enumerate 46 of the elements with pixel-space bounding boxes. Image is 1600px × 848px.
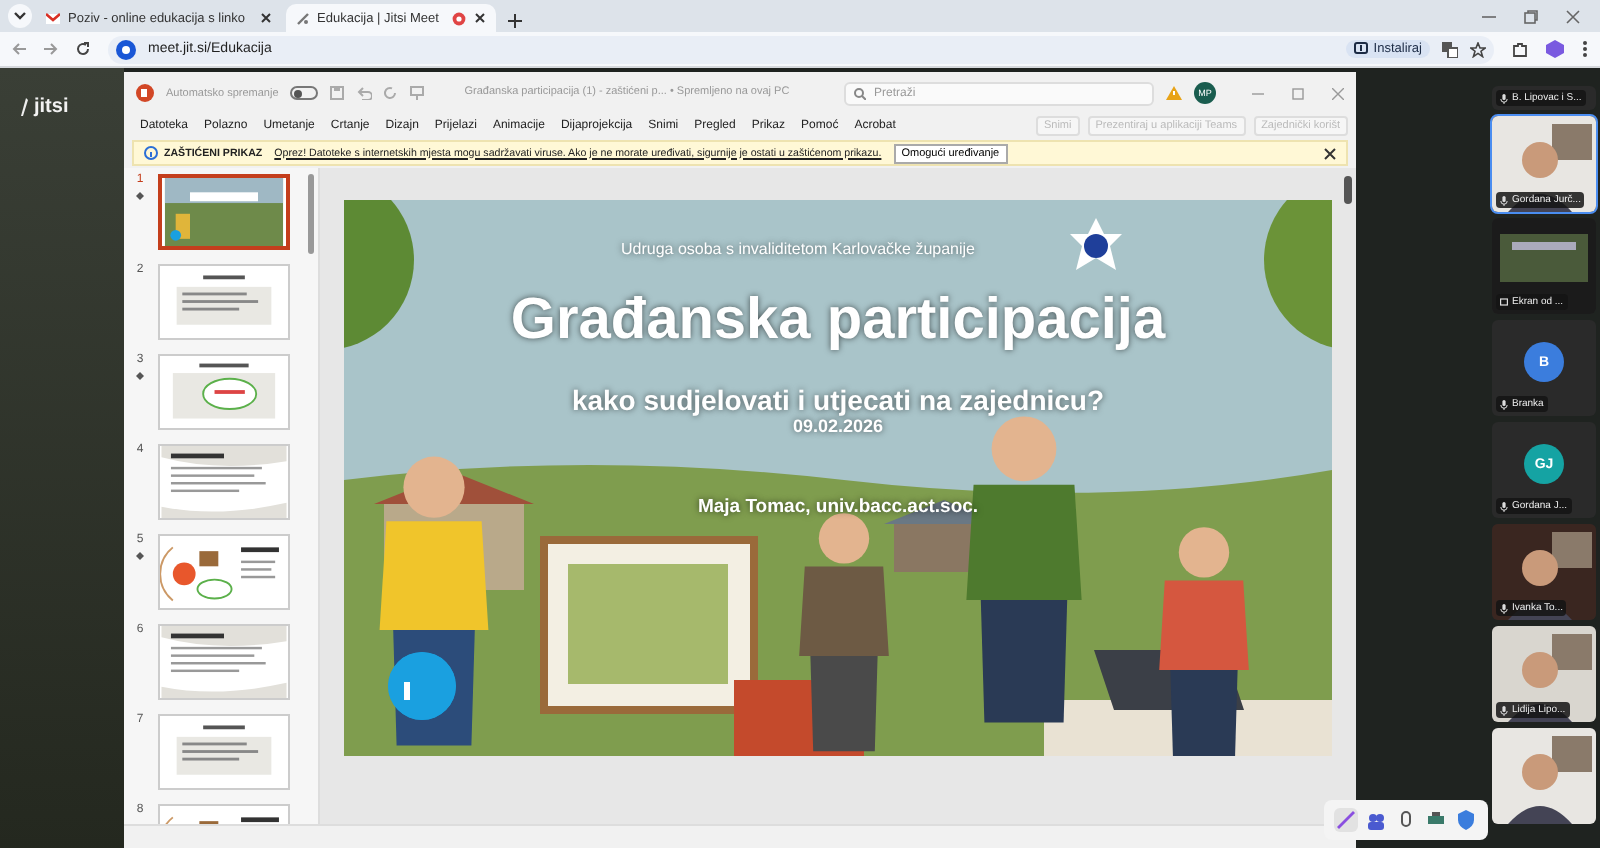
slide-organization: Udruga osoba s invaliditetom Karlovačke županije — [619, 240, 977, 258]
close-icon[interactable] — [474, 12, 487, 24]
close-icon[interactable] — [259, 12, 272, 24]
logo-icon — [20, 98, 30, 116]
restore-icon[interactable] — [1524, 9, 1538, 23]
slide-title: Građanska participacija — [508, 288, 1168, 354]
shield-icon[interactable] — [1456, 810, 1477, 830]
forward-icon[interactable] — [44, 42, 58, 56]
extension-icon[interactable] — [1546, 40, 1564, 58]
microphone-icon — [1500, 399, 1508, 409]
reload-icon[interactable] — [76, 42, 90, 56]
info-icon — [144, 146, 158, 160]
microphone-icon — [1500, 93, 1508, 103]
logo-text: jitsi — [34, 96, 69, 118]
people-icon[interactable] — [1365, 810, 1386, 830]
chevron-down-icon — [14, 12, 26, 20]
microphone-icon — [1500, 603, 1508, 613]
slide-author: Maja Tomac, univ.bacc.act.soc. — [695, 496, 981, 518]
mail-icon — [46, 11, 60, 25]
site-icon[interactable] — [116, 39, 136, 59]
scrollbar[interactable] — [308, 174, 314, 254]
microphone-icon — [1500, 705, 1508, 715]
tab-list-button[interactable] — [8, 4, 32, 28]
close-icon[interactable] — [1324, 147, 1336, 159]
star-icon[interactable] — [1470, 41, 1486, 57]
install-icon — [1353, 42, 1368, 56]
microphone-icon — [1500, 501, 1508, 511]
autosave-toggle[interactable] — [290, 86, 319, 100]
scrollbar[interactable] — [1344, 176, 1352, 204]
app-logo-icon — [136, 84, 154, 102]
warning-icon — [1166, 86, 1182, 100]
translate-icon[interactable] — [1442, 41, 1458, 57]
slide-date: 09.02.2026 — [790, 416, 886, 436]
search-icon — [854, 87, 866, 99]
more-icon[interactable] — [1582, 40, 1588, 58]
plus-icon[interactable] — [508, 14, 523, 28]
app-icon — [295, 11, 310, 25]
participant-tile[interactable] — [1492, 728, 1596, 824]
microphone-icon — [1500, 195, 1508, 205]
pen-icon[interactable] — [1335, 810, 1356, 830]
screen-icon — [1500, 297, 1508, 307]
back-icon[interactable] — [12, 42, 26, 56]
extensions-icon[interactable] — [1512, 41, 1528, 57]
star-emblem-icon — [1068, 218, 1124, 270]
slide-thumbnail[interactable] — [158, 174, 290, 250]
slide-subtitle: kako sudjelovati i utjecati na zajednicu? — [569, 384, 1107, 416]
